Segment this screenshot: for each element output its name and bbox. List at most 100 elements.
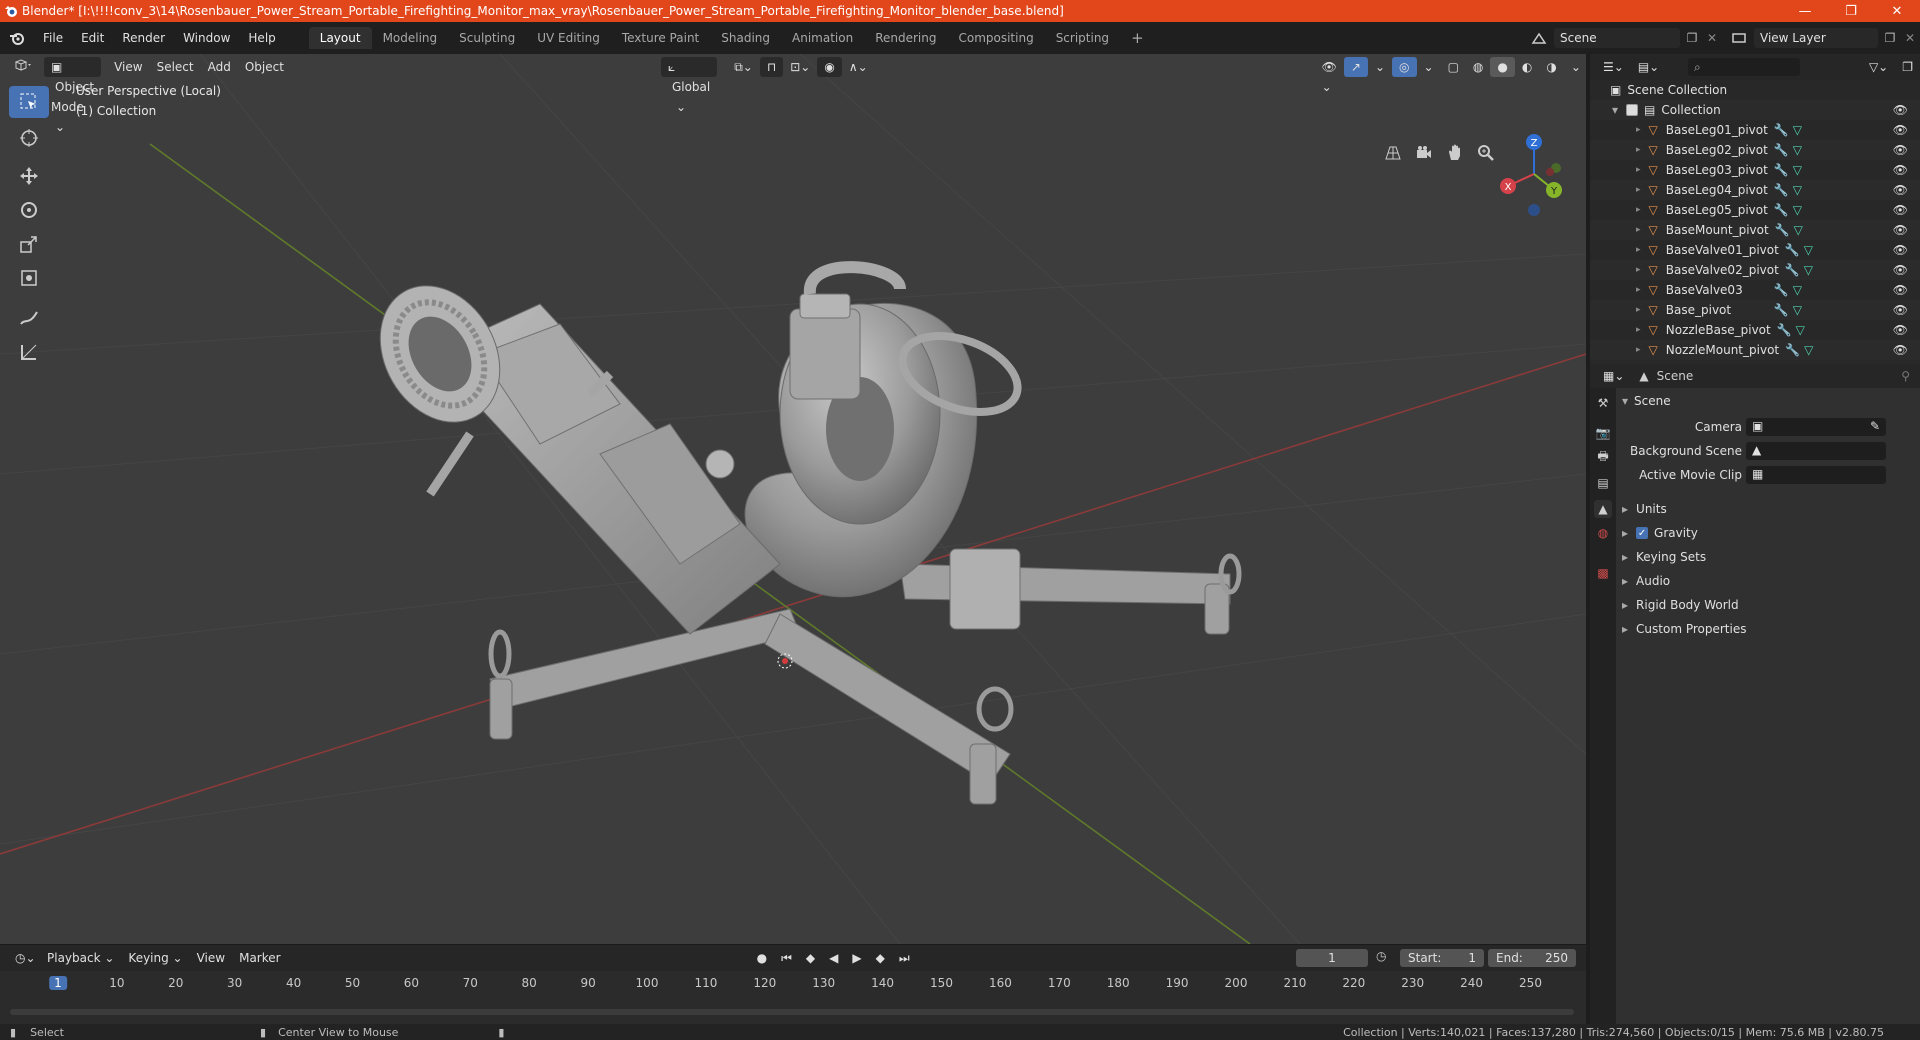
tab-texture-paint[interactable]: Texture Paint <box>611 27 710 49</box>
expand-arrow-icon[interactable]: ▸ <box>1636 185 1641 195</box>
gizmo-options-icon[interactable]: ⌄ <box>1368 57 1392 77</box>
solid-shading-icon[interactable]: ● <box>1490 57 1515 77</box>
timeline-menu-playback[interactable]: Playback ⌄ <box>40 948 121 968</box>
eye-icon[interactable]: 👁 <box>1893 103 1908 117</box>
tab-modeling[interactable]: Modeling <box>372 27 449 49</box>
current-frame-field[interactable]: 1 <box>1296 949 1368 967</box>
outliner-editor-type-icon[interactable]: ☰⌄ <box>1596 57 1631 77</box>
outliner-item[interactable]: ▸ ▽ NozzleBase_pivot 🔧 ▽ 👁 <box>1590 320 1920 340</box>
frame-ruler[interactable]: 1 10 20 30 40 50 60 70 80 90 100 110 120 130 140 150 160… <box>0 973 1586 995</box>
scene-tab-icon[interactable]: ▲ <box>1594 500 1612 518</box>
tab-uv-editing[interactable]: UV Editing <box>526 27 611 49</box>
camera-view-icon[interactable] <box>1411 140 1437 166</box>
minimize-button[interactable]: — <box>1782 0 1828 22</box>
play-icon[interactable]: ▶ <box>845 948 868 968</box>
eye-icon[interactable]: 👁 <box>1893 223 1908 237</box>
tab-rendering[interactable]: Rendering <box>864 27 947 49</box>
tab-compositing[interactable]: Compositing <box>947 27 1044 49</box>
timeline-menu-view[interactable]: View <box>190 948 232 968</box>
xray-icon[interactable]: ▢ <box>1441 57 1466 77</box>
display-mode-icon[interactable]: ▤⌄ <box>1631 57 1666 77</box>
viewport-menu-view[interactable]: View <box>107 57 149 77</box>
eye-icon[interactable]: 👁 <box>1893 143 1908 157</box>
menu-file[interactable]: File <box>34 26 72 50</box>
blender-menu-icon[interactable] <box>0 26 34 50</box>
eye-icon[interactable]: 👁 <box>1893 283 1908 297</box>
outliner-item[interactable]: ▸ ▽ BaseLeg03_pivot 🔧 ▽ 👁 <box>1590 160 1920 180</box>
modifier-wrench-icon[interactable]: 🔧 <box>1774 203 1789 217</box>
measure-tool[interactable] <box>9 336 49 368</box>
jump-keyframe-forward-icon[interactable]: ◆ <box>869 948 892 968</box>
keying-sets-panel-header[interactable]: ▸ Keying Sets <box>1618 546 1918 568</box>
toggle-grid-icon[interactable] <box>1380 140 1406 166</box>
properties-editor-type-icon[interactable]: ▦⌄ <box>1596 366 1631 386</box>
wireframe-shading-icon[interactable]: ◍ <box>1466 57 1490 77</box>
preview-range-icon[interactable]: ◷ <box>1376 949 1394 967</box>
expand-arrow-icon[interactable]: ▸ <box>1636 125 1641 135</box>
delete-view-layer-icon[interactable]: ✕ <box>1900 28 1920 48</box>
timeline-editor-type-icon[interactable]: ◷⌄ <box>8 948 40 968</box>
navigation-gizmo[interactable]: Z X Y <box>1496 128 1568 218</box>
new-view-layer-icon[interactable]: ❐ <box>1880 28 1900 48</box>
modifier-wrench-icon[interactable]: 🔧 <box>1777 323 1792 337</box>
tab-scripting[interactable]: Scripting <box>1045 27 1120 49</box>
gizmo-toggle-icon[interactable]: ↗ <box>1343 57 1368 77</box>
collection-checkbox[interactable] <box>1626 104 1639 116</box>
annotate-tool[interactable] <box>9 302 49 334</box>
active-movie-clip-field[interactable]: ▦ <box>1746 466 1886 484</box>
render-tab-icon[interactable]: 📷 <box>1594 424 1612 442</box>
modifier-wrench-icon[interactable]: 🔧 <box>1774 303 1789 317</box>
world-tab-icon[interactable]: ◍ <box>1594 524 1612 542</box>
eye-icon[interactable]: 👁 <box>1893 123 1908 137</box>
viewport-menu-add[interactable]: Add <box>201 57 238 77</box>
outliner-item[interactable]: ▸ ▽ BaseValve01_pivot 🔧 ▽ 👁 <box>1590 240 1920 260</box>
close-window-button[interactable]: ✕ <box>1874 0 1920 22</box>
play-reverse-icon[interactable]: ◀ <box>822 948 845 968</box>
menu-render[interactable]: Render <box>113 26 174 50</box>
eye-icon[interactable]: 👁 <box>1893 303 1908 317</box>
eye-icon[interactable]: 👁 <box>1893 263 1908 277</box>
snap-icon[interactable]: ⊓ <box>759 57 784 77</box>
outliner-item[interactable]: ▸ ▽ BaseLeg02_pivot 🔧 ▽ 👁 <box>1590 140 1920 160</box>
overlay-toggle-icon[interactable]: ◎ <box>1392 57 1417 77</box>
new-collection-icon[interactable]: ❐ <box>1895 57 1920 77</box>
scene-icon[interactable] <box>1526 28 1552 48</box>
eye-icon[interactable]: 👁 <box>1893 183 1908 197</box>
outliner-item[interactable]: ▸ ▽ BaseMount_pivot 🔧 ▽ 👁 <box>1590 220 1920 240</box>
expand-arrow-icon[interactable]: ▸ <box>1636 305 1641 315</box>
eye-icon[interactable]: 👁 <box>1893 243 1908 257</box>
modifier-wrench-icon[interactable]: 🔧 <box>1774 163 1789 177</box>
camera-field[interactable]: ▣ ✎ <box>1746 418 1886 436</box>
pan-view-icon[interactable] <box>1442 140 1468 166</box>
transform-tool[interactable] <box>9 262 49 294</box>
shading-options-icon[interactable]: ⌄ <box>1564 57 1586 77</box>
timeline-scrollbar[interactable] <box>10 1009 1574 1015</box>
properties-editor[interactable]: ▦⌄ ▲ Scene ⚲ ⚒ 📷 🖶 ▤ ▲ ◍ ▩ ▾ Scene Camer… <box>1590 364 1920 1024</box>
menu-help[interactable]: Help <box>239 26 284 50</box>
expand-arrow-icon[interactable]: ▸ <box>1636 245 1641 255</box>
move-tool[interactable] <box>9 160 49 192</box>
menu-edit[interactable]: Edit <box>72 26 113 50</box>
overlay-options-icon[interactable]: ⌄ <box>1417 57 1441 77</box>
modifier-wrench-icon[interactable]: 🔧 <box>1775 223 1790 237</box>
collapse-arrow-icon[interactable]: ▾ <box>1612 103 1618 117</box>
outliner-search-input[interactable]: ⌕ <box>1688 58 1800 76</box>
outliner-collection[interactable]: ▾ ▤ Collection 👁 <box>1590 100 1920 120</box>
gravity-checkbox[interactable]: ✓ <box>1636 527 1649 539</box>
new-scene-icon[interactable]: ❐ <box>1682 28 1702 48</box>
outliner-item[interactable]: ▸ ▽ Base_pivot 🔧 ▽ 👁 <box>1590 300 1920 320</box>
modifier-wrench-icon[interactable]: 🔧 <box>1774 143 1789 157</box>
view-layer-icon[interactable] <box>1726 28 1752 48</box>
expand-arrow-icon[interactable]: ▸ <box>1636 205 1641 215</box>
scene-panel-header[interactable]: ▾ Scene <box>1618 390 1918 412</box>
rendered-shading-icon[interactable]: ◑ <box>1539 57 1563 77</box>
tab-animation[interactable]: Animation <box>781 27 864 49</box>
rotate-tool[interactable] <box>9 194 49 226</box>
proportional-edit-icon[interactable]: ◉ <box>817 57 842 77</box>
menu-window[interactable]: Window <box>174 26 239 50</box>
expand-arrow-icon[interactable]: ▸ <box>1636 225 1641 235</box>
texture-tab-icon[interactable]: ▩ <box>1594 564 1612 582</box>
eye-icon[interactable]: 👁 <box>1893 343 1908 357</box>
modifier-wrench-icon[interactable]: 🔧 <box>1785 243 1800 257</box>
modifier-wrench-icon[interactable]: 🔧 <box>1785 343 1800 357</box>
